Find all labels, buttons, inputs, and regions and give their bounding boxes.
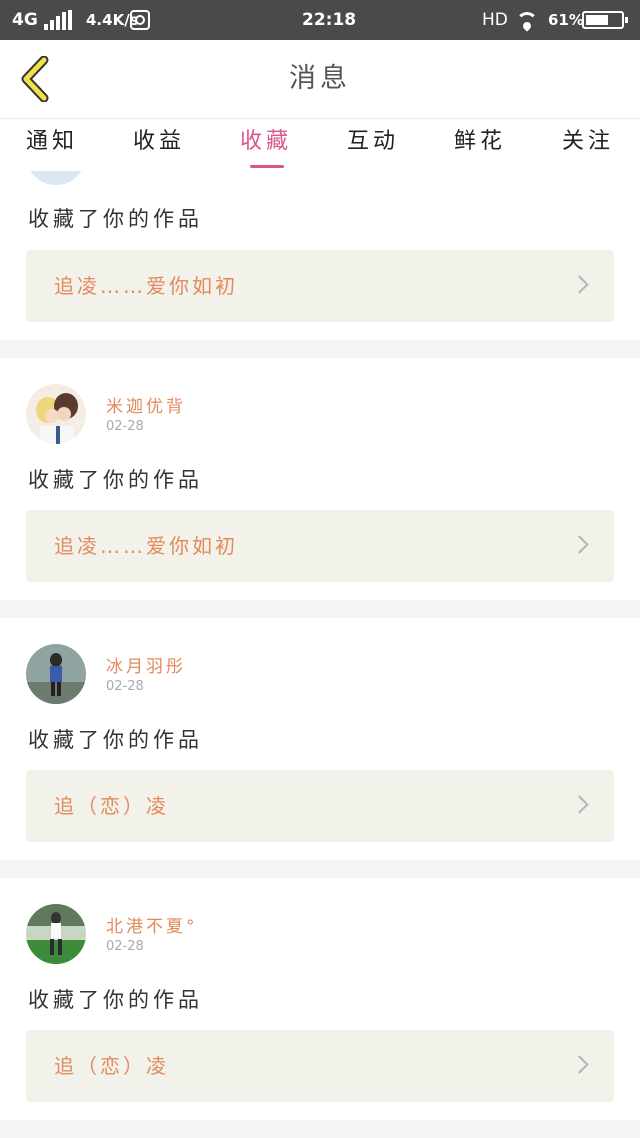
avatar-image bbox=[26, 384, 86, 444]
message-date: 02-28 bbox=[106, 419, 144, 434]
chevron-right-icon bbox=[570, 795, 589, 814]
avatar-image bbox=[26, 644, 86, 704]
message-date: 02-28 bbox=[106, 679, 144, 694]
tab-earnings[interactable]: 收益 bbox=[119, 119, 199, 171]
network-type: 4G bbox=[12, 10, 38, 30]
page-title: 消息 bbox=[289, 63, 351, 94]
work-link[interactable]: 追（恋）凌 bbox=[26, 770, 614, 842]
avatar[interactable] bbox=[26, 171, 86, 185]
message-date: 02-28 bbox=[106, 939, 144, 954]
message-action: 收藏了你的作品 bbox=[28, 468, 203, 492]
chevron-right-icon bbox=[570, 1055, 589, 1074]
work-title: 追凌……爱你如初 bbox=[54, 534, 238, 558]
tab-interactions[interactable]: 互动 bbox=[333, 119, 413, 171]
avatar[interactable] bbox=[26, 904, 86, 964]
wifi-icon bbox=[514, 12, 540, 30]
clock: 22:18 bbox=[302, 10, 357, 30]
chevron-right-icon bbox=[570, 275, 589, 294]
user-name[interactable]: 北港不夏° bbox=[106, 912, 198, 937]
work-title: 追（恋）凌 bbox=[54, 794, 169, 818]
message-card: 收藏了你的作品 追凌……爱你如初 bbox=[0, 171, 640, 340]
work-link[interactable]: 追凌……爱你如初 bbox=[26, 510, 614, 582]
avatar[interactable] bbox=[26, 644, 86, 704]
user-name[interactable]: 冰月羽彤 bbox=[106, 652, 186, 677]
message-action: 收藏了你的作品 bbox=[28, 728, 203, 752]
tab-favorites[interactable]: 收藏 bbox=[226, 119, 306, 171]
user-name[interactable]: 米迦优背 bbox=[106, 392, 186, 417]
message-card: 冰月羽彤 02-28 收藏了你的作品 追（恋）凌 bbox=[0, 618, 640, 860]
work-title: 追凌……爱你如初 bbox=[54, 274, 238, 298]
message-action: 收藏了你的作品 bbox=[28, 988, 203, 1012]
status-bar: 4G 4.4K/s 22:18 HD 61% bbox=[0, 0, 640, 40]
message-card: 北港不夏° 02-28 收藏了你的作品 追（恋）凌 bbox=[0, 878, 640, 1120]
avatar[interactable] bbox=[26, 384, 86, 444]
tab-follows[interactable]: 关注 bbox=[548, 119, 628, 171]
tab-notifications[interactable]: 通知 bbox=[12, 119, 92, 171]
chevron-right-icon bbox=[570, 535, 589, 554]
app-notification-icon bbox=[130, 10, 150, 30]
work-link[interactable]: 追凌……爱你如初 bbox=[26, 250, 614, 322]
hd-indicator: HD bbox=[482, 10, 508, 30]
tab-bar: 通知 收益 收藏 互动 鲜花 关注 bbox=[0, 119, 640, 171]
avatar-image bbox=[26, 904, 86, 964]
message-card: 米迦优背 02-28 收藏了你的作品 追凌……爱你如初 bbox=[0, 358, 640, 600]
work-title: 追（恋）凌 bbox=[54, 1054, 169, 1078]
work-link[interactable]: 追（恋）凌 bbox=[26, 1030, 614, 1102]
tab-flowers[interactable]: 鲜花 bbox=[440, 119, 520, 171]
battery-percent: 61% bbox=[548, 11, 584, 29]
header: 消息 bbox=[0, 40, 640, 119]
message-action: 收藏了你的作品 bbox=[28, 207, 203, 231]
battery-icon bbox=[582, 11, 628, 29]
